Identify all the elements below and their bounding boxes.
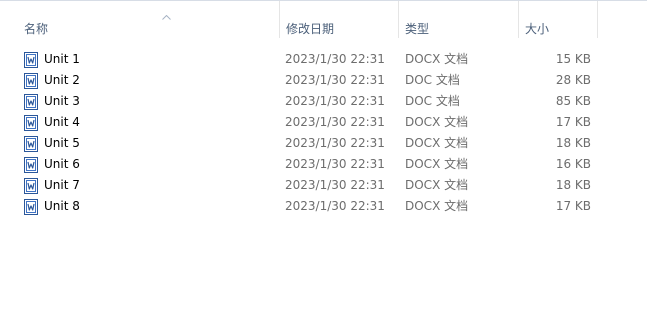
file-name-cell: Unit 5 — [24, 133, 80, 154]
column-header-date-label: 修改日期 — [286, 22, 335, 36]
file-list: Unit 1 2023/1/30 22:31 DOCX 文档 15 KB Uni… — [0, 49, 647, 217]
file-name-cell: Unit 6 — [24, 154, 80, 175]
word-document-icon — [24, 72, 38, 89]
file-type: DOCX 文档 — [405, 199, 469, 213]
file-name-cell: Unit 7 — [24, 175, 80, 196]
word-document-icon — [24, 114, 38, 131]
file-type: DOCX 文档 — [405, 178, 469, 192]
file-row[interactable]: Unit 4 2023/1/30 22:31 DOCX 文档 17 KB — [0, 112, 647, 133]
file-type: DOC 文档 — [405, 73, 460, 87]
file-type: DOCX 文档 — [405, 136, 469, 150]
file-type: DOC 文档 — [405, 94, 460, 108]
file-type: DOCX 文档 — [405, 52, 469, 66]
file-name-cell: Unit 2 — [24, 70, 80, 91]
file-size: 17 KB — [555, 115, 591, 129]
column-header-name-label: 名称 — [24, 22, 49, 36]
word-document-icon — [24, 135, 38, 152]
file-row[interactable]: Unit 2 2023/1/30 22:31 DOC 文档 28 KB — [0, 70, 647, 91]
column-header-bar: 名称 修改日期 类型 大小 — [0, 1, 647, 38]
column-header-name[interactable]: 名称 — [18, 1, 280, 38]
file-name: Unit 7 — [44, 178, 80, 192]
file-name-cell: Unit 3 — [24, 91, 80, 112]
file-name-cell: Unit 1 — [24, 49, 80, 70]
file-name: Unit 1 — [44, 52, 80, 66]
file-date: 2023/1/30 22:31 — [285, 52, 385, 66]
file-size: 28 KB — [555, 73, 591, 87]
file-size: 18 KB — [555, 178, 591, 192]
file-name-cell: Unit 8 — [24, 196, 80, 217]
file-size: 18 KB — [555, 136, 591, 150]
file-date: 2023/1/30 22:31 — [285, 157, 385, 171]
file-date: 2023/1/30 22:31 — [285, 94, 385, 108]
file-date: 2023/1/30 22:31 — [285, 136, 385, 150]
file-date: 2023/1/30 22:31 — [285, 115, 385, 129]
column-header-type-label: 类型 — [405, 22, 430, 36]
word-document-icon — [24, 93, 38, 110]
column-header-size-label: 大小 — [525, 22, 550, 36]
file-row[interactable]: Unit 1 2023/1/30 22:31 DOCX 文档 15 KB — [0, 49, 647, 70]
file-row[interactable]: Unit 7 2023/1/30 22:31 DOCX 文档 18 KB — [0, 175, 647, 196]
file-name: Unit 2 — [44, 73, 80, 87]
word-document-icon — [24, 198, 38, 215]
word-document-icon — [24, 177, 38, 194]
file-row[interactable]: Unit 8 2023/1/30 22:31 DOCX 文档 17 KB — [0, 196, 647, 217]
file-name: Unit 3 — [44, 94, 80, 108]
file-date: 2023/1/30 22:31 — [285, 199, 385, 213]
file-size: 85 KB — [555, 94, 591, 108]
file-size: 15 KB — [555, 52, 591, 66]
file-name: Unit 5 — [44, 136, 80, 150]
file-name: Unit 4 — [44, 115, 80, 129]
file-type: DOCX 文档 — [405, 115, 469, 129]
file-row[interactable]: Unit 3 2023/1/30 22:31 DOC 文档 85 KB — [0, 91, 647, 112]
file-date: 2023/1/30 22:31 — [285, 73, 385, 87]
file-size: 17 KB — [555, 199, 591, 213]
file-size: 16 KB — [555, 157, 591, 171]
file-type: DOCX 文档 — [405, 157, 469, 171]
file-name: Unit 8 — [44, 199, 80, 213]
sort-ascending-icon — [162, 15, 171, 20]
file-date: 2023/1/30 22:31 — [285, 178, 385, 192]
word-document-icon — [24, 51, 38, 68]
column-header-date[interactable]: 修改日期 — [280, 1, 399, 38]
column-header-type[interactable]: 类型 — [399, 1, 519, 38]
file-row[interactable]: Unit 6 2023/1/30 22:31 DOCX 文档 16 KB — [0, 154, 647, 175]
file-row[interactable]: Unit 5 2023/1/30 22:31 DOCX 文档 18 KB — [0, 133, 647, 154]
column-header-size[interactable]: 大小 — [519, 1, 598, 38]
file-name-cell: Unit 4 — [24, 112, 80, 133]
word-document-icon — [24, 156, 38, 173]
file-name: Unit 6 — [44, 157, 80, 171]
